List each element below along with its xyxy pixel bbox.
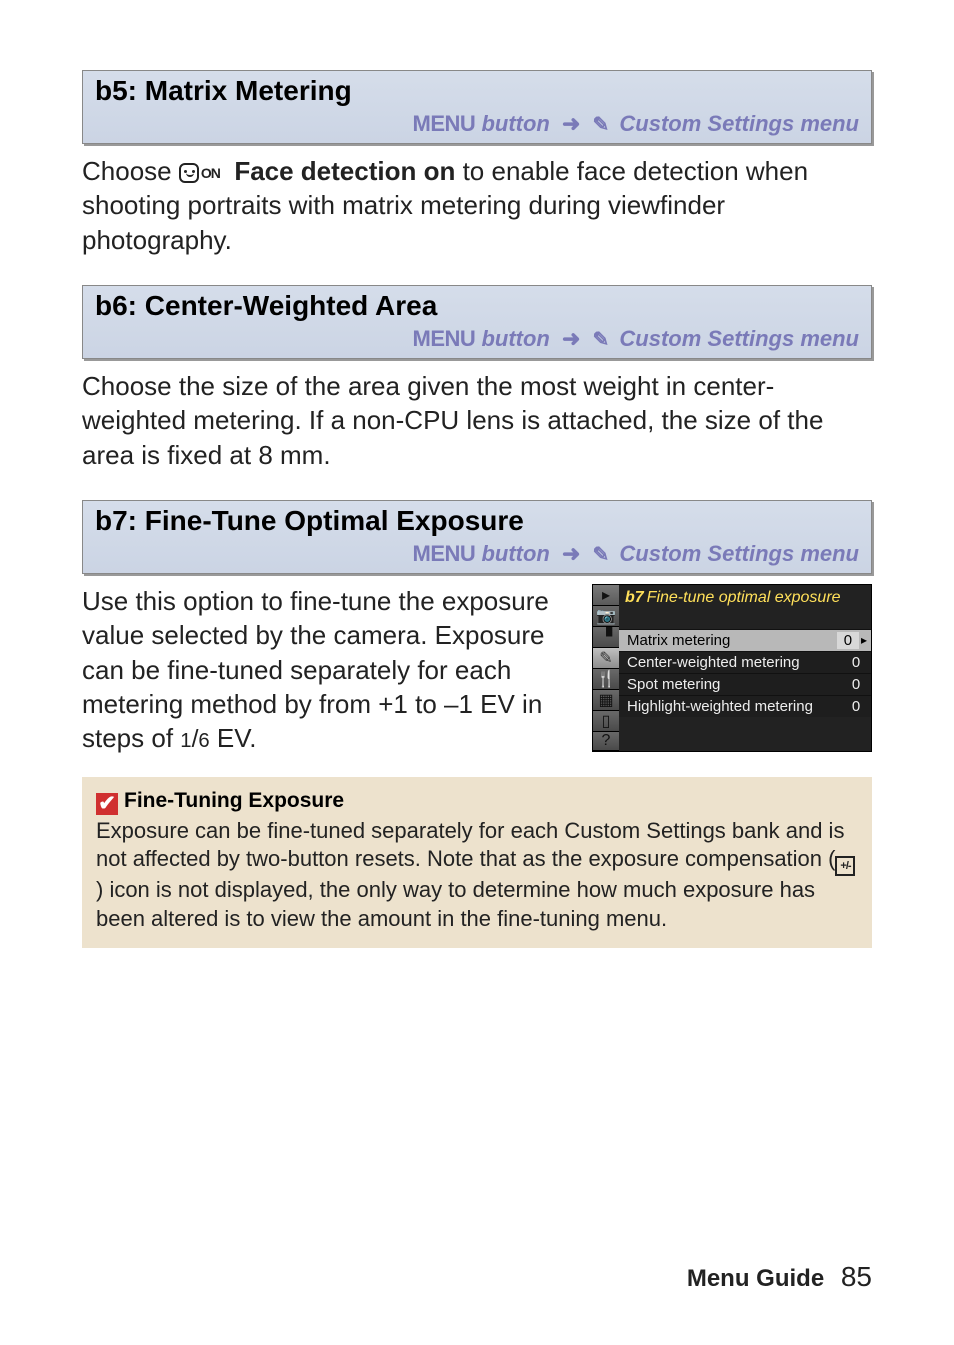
- section-header-b7: b7: Fine-Tune Optimal Exposure MENU butt…: [82, 500, 872, 574]
- camera-item-label: Matrix metering: [627, 632, 730, 649]
- cam-side-icon-0: ▸: [593, 585, 619, 606]
- footer-label: Menu Guide: [687, 1265, 824, 1292]
- camera-item-matrix: Matrix metering 0 ▸: [619, 629, 871, 651]
- cam-side-icon-6: ▯: [593, 711, 619, 732]
- camera-item-highlight: Highlight-weighted metering 0: [619, 695, 871, 717]
- note-body-b: ) icon is not displayed, the only way to…: [96, 877, 815, 931]
- camera-item-label: Center-weighted metering: [627, 654, 800, 671]
- menu-button-label: MENU: [413, 111, 476, 136]
- section-path-b7: MENU button ➜ ✎ Custom Settings menu: [95, 539, 859, 573]
- cam-side-icon-2: ▝: [593, 627, 619, 648]
- page-number: 85: [841, 1261, 872, 1292]
- section-path-b5: MENU button ➜ ✎ Custom Settings menu: [95, 109, 859, 143]
- cam-side-icon-7: ?: [593, 732, 619, 751]
- arrow-icon: ➜: [562, 541, 580, 567]
- pencil-icon: ✎: [593, 327, 610, 352]
- section-path-b6: MENU button ➜ ✎ Custom Settings menu: [95, 324, 859, 358]
- camera-item-value: 0: [845, 698, 867, 715]
- camera-title-text: Fine-tune optimal exposure: [647, 589, 841, 606]
- chevron-right-icon: ▸: [861, 633, 867, 647]
- section-title-b5: b5: Matrix Metering: [95, 75, 859, 109]
- b5-body: Choose ON Face detection on to enable fa…: [82, 154, 872, 257]
- arrow-icon: ➜: [562, 111, 580, 137]
- camera-screenshot: ▸ 📷 ▝ ✎ 🍴 ▦ ▯ ? b7Fine-tune optimal expo…: [592, 584, 872, 752]
- note-body: Exposure can be fine-tuned separately fo…: [96, 817, 858, 934]
- note-heading-text: Fine-Tuning Exposure: [124, 789, 344, 812]
- menu-button-label: MENU: [413, 541, 476, 566]
- b7-body-a: Use this option to fine-tune the exposur…: [82, 586, 549, 753]
- camera-item-spot: Spot metering 0: [619, 673, 871, 695]
- camera-item-center: Center-weighted metering 0: [619, 651, 871, 673]
- path-target: Custom Settings menu: [619, 326, 859, 351]
- exposure-compensation-icon: +/-: [835, 856, 855, 876]
- camera-item-value: 0: [837, 632, 859, 649]
- b5-body-bold: Face detection on: [234, 156, 455, 186]
- path-target: Custom Settings menu: [619, 541, 859, 566]
- section-title-b6: b6: Center-Weighted Area: [95, 290, 859, 324]
- pencil-icon: ✎: [593, 112, 610, 137]
- face-on-label: ON: [201, 164, 220, 182]
- cam-side-icon-3: ✎: [593, 648, 619, 669]
- camera-item-value: 0: [845, 676, 867, 693]
- section-header-b5: b5: Matrix Metering MENU button ➜ ✎ Cust…: [82, 70, 872, 144]
- cam-side-icon-4: 🍴: [593, 669, 619, 690]
- frac-den: 6: [198, 730, 209, 752]
- cam-side-icon-1: 📷: [593, 606, 619, 627]
- section-header-b6: b6: Center-Weighted Area MENU button ➜ ✎…: [82, 285, 872, 359]
- face-on-icon: ON: [179, 163, 220, 183]
- camera-side-tabs: ▸ 📷 ▝ ✎ 🍴 ▦ ▯ ?: [593, 585, 619, 751]
- camera-item-label: Spot metering: [627, 676, 720, 693]
- path-target: Custom Settings menu: [619, 111, 859, 136]
- section-title-b7: b7: Fine-Tune Optimal Exposure: [95, 505, 859, 539]
- button-word: button: [481, 326, 549, 351]
- camera-title-prefix: b7: [625, 589, 644, 606]
- footer: Menu Guide 85: [687, 1261, 872, 1293]
- camera-item-label: Highlight-weighted metering: [627, 698, 813, 715]
- check-icon: ✔: [96, 793, 118, 815]
- pencil-icon: ✎: [593, 542, 610, 567]
- b7-body: Use this option to fine-tune the exposur…: [82, 584, 576, 757]
- note-heading: ✔ Fine-Tuning Exposure: [96, 787, 858, 815]
- arrow-icon: ➜: [562, 326, 580, 352]
- note-body-a: Exposure can be fine-tuned separately fo…: [96, 818, 844, 872]
- cam-side-icon-5: ▦: [593, 690, 619, 711]
- b6-body: Choose the size of the area given the mo…: [82, 369, 872, 472]
- button-word: button: [481, 111, 549, 136]
- frac-num: 1: [180, 730, 191, 752]
- button-word: button: [481, 541, 549, 566]
- b7-body-b: EV.: [210, 723, 257, 753]
- b5-body-pre: Choose: [82, 156, 179, 186]
- menu-button-label: MENU: [413, 326, 476, 351]
- note-box: ✔ Fine-Tuning Exposure Exposure can be fi…: [82, 777, 872, 948]
- camera-item-value: 0: [845, 654, 867, 671]
- camera-title: b7Fine-tune optimal exposure: [619, 585, 871, 629]
